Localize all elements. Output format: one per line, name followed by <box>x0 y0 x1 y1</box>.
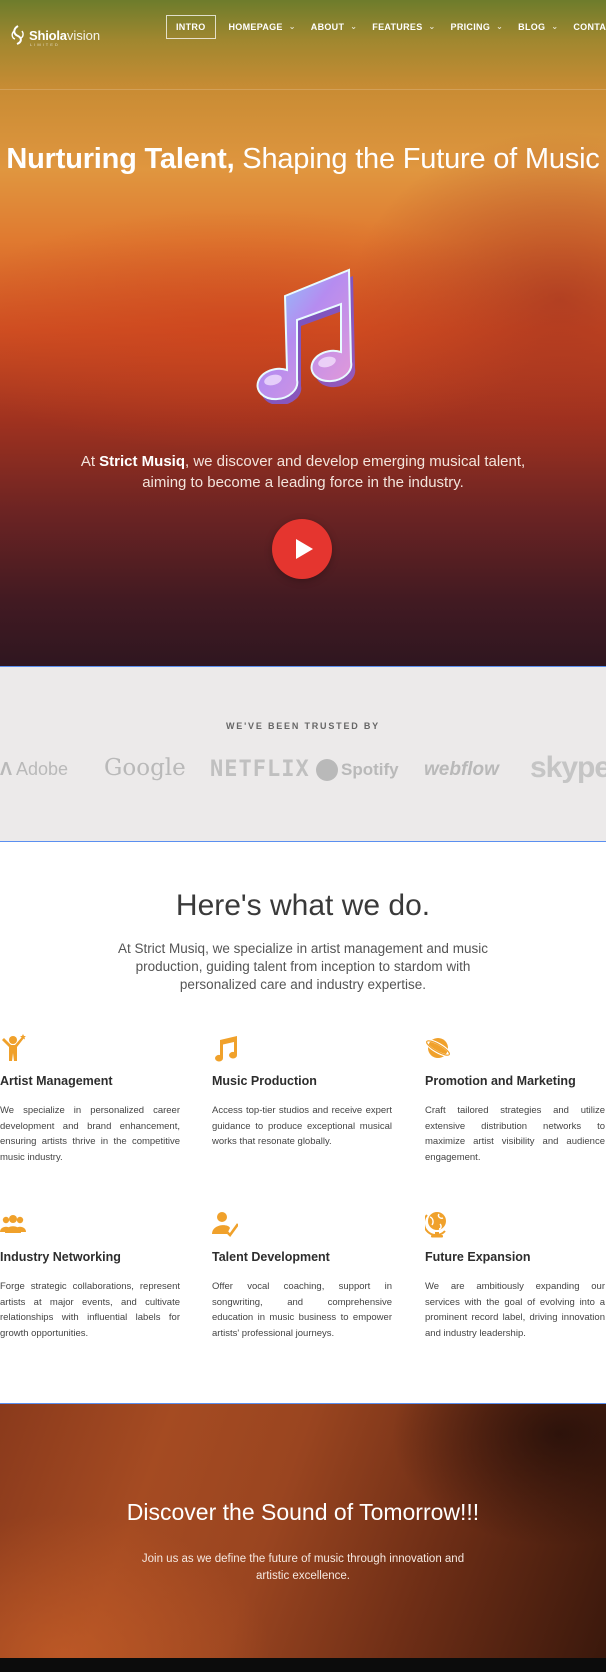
hero-desc-brand: Strict Musiq <box>99 453 185 470</box>
feature-title: Future Expansion <box>425 1250 531 1264</box>
nav-item-homepage[interactable]: HOMEPAGE ⌄ <box>228 21 296 33</box>
feature-future-expansion: Future Expansion We are ambitiously expa… <box>422 1210 605 1341</box>
brand-logo-skype: skype <box>530 751 606 784</box>
feature-description: Access top-tier studios and receive expe… <box>212 1105 392 1147</box>
brand-name: Adobe <box>16 759 69 779</box>
feature-title: Music Production <box>212 1074 317 1088</box>
logo-mark-icon <box>11 25 24 45</box>
brand-logo-adobe: Λ Adobe <box>0 759 68 780</box>
logo-name-bold: Shiola <box>29 27 67 43</box>
feature-industry-networking: Industry Networking Forge strategic coll… <box>0 1210 180 1341</box>
hero-desc-rest: , we discover and develop emerging music… <box>142 453 526 491</box>
globe-icon <box>422 1212 446 1238</box>
feature-music-production: Music Production Access top-tier studios… <box>212 1034 392 1150</box>
play-icon <box>296 539 313 559</box>
person-star-icon <box>2 1034 26 1061</box>
feature-artist-management: Artist Management We specialize in perso… <box>0 1034 180 1165</box>
hero-section: Shiola vision LIMITED INTRO HOMEPAGE ⌄ AB… <box>0 0 606 666</box>
nav-item-about[interactable]: ABOUT ⌄ <box>310 21 358 33</box>
cta-text: Join us as we define the future of music… <box>141 1553 465 1582</box>
trusted-title: WE'VE BEEN TRUSTED BY <box>226 721 380 731</box>
logo[interactable]: Shiola vision LIMITED <box>10 25 101 47</box>
cta-section: Discover the Sound of Tomorrow!!! Join u… <box>0 1404 606 1658</box>
services-section: Here's what we do. At Strict Musiq, we s… <box>0 842 606 1404</box>
chevron-down-icon: ⌄ <box>350 21 358 31</box>
hero-description: At Strict Musiq, we discover and develop… <box>70 451 536 493</box>
brand-logo-google: Google <box>104 755 186 781</box>
chevron-down-icon: ⌄ <box>496 21 504 31</box>
nav-item-label: FEATURES <box>372 22 423 32</box>
services-intro: At Strict Musiq, we specialize in artist… <box>118 941 488 992</box>
nav-item-contact[interactable]: CONTACT ⌄ <box>573 22 606 32</box>
brand-logo-spotify: Spotify <box>316 759 399 781</box>
nav-item-label: CONTACT <box>573 22 606 32</box>
feature-description: We specialize in personalized career dev… <box>0 1105 180 1163</box>
group-icon <box>0 1215 26 1233</box>
planet-icon <box>424 1038 452 1058</box>
top-navigation: Shiola vision LIMITED INTRO HOMEPAGE ⌄ AB… <box>0 0 606 90</box>
chevron-down-icon: ⌄ <box>551 21 559 31</box>
music-notes-icon <box>215 1036 238 1062</box>
feature-description: Forge strategic collaborations, represen… <box>0 1281 180 1339</box>
feature-promotion-marketing: Promotion and Marketing Craft tailored s… <box>424 1034 605 1165</box>
feature-description: Craft tailored strategies and utilize ex… <box>425 1105 605 1163</box>
nav-item-label: BLOG <box>518 22 546 32</box>
nav-item-label: PRICING <box>450 22 491 32</box>
adobe-icon: Λ <box>0 759 13 779</box>
nav-item-intro[interactable]: INTRO <box>166 15 216 39</box>
logo-name-light: vision <box>66 27 101 43</box>
hero-title-rest: Shaping the Future of Music <box>234 143 600 175</box>
play-video-button[interactable] <box>272 519 332 579</box>
feature-talent-development: Talent Development Offer vocal coaching,… <box>212 1210 392 1341</box>
hero-title: Nurturing Talent, Shaping the Future of … <box>0 143 606 175</box>
feature-description: Offer vocal coaching, support in songwri… <box>212 1281 392 1339</box>
trusted-by-section: WE'VE BEEN TRUSTED BY Λ Adobe Google NETF… <box>0 666 606 842</box>
hero-title-bold: Nurturing Talent, <box>6 143 235 175</box>
nav-item-features[interactable]: FEATURES ⌄ <box>372 21 436 33</box>
chevron-down-icon: ⌄ <box>288 21 296 31</box>
brand-name: Spotify <box>341 760 399 779</box>
nav-item-blog[interactable]: BLOG ⌄ <box>518 21 559 33</box>
cta-title: Discover the Sound of Tomorrow!!! <box>126 1499 480 1525</box>
music-note-icon <box>256 268 356 404</box>
footer-bar <box>0 1658 606 1672</box>
feature-title: Talent Development <box>212 1250 330 1264</box>
brand-logo-netflix: NETFLIX <box>210 757 310 782</box>
feature-title: Industry Networking <box>0 1250 121 1264</box>
brand-logo-webflow: webflow <box>424 759 499 780</box>
nav-item-label: ABOUT <box>310 22 345 32</box>
feature-title: Promotion and Marketing <box>425 1074 576 1088</box>
hero-desc-prefix: At <box>80 453 100 470</box>
nav-item-label: HOMEPAGE <box>228 22 283 32</box>
services-title: Here's what we do. <box>175 889 431 922</box>
nav-menu: INTRO HOMEPAGE ⌄ ABOUT ⌄ FEATURES ⌄ PRIC… <box>166 15 606 39</box>
user-check-icon <box>212 1212 240 1237</box>
spotify-icon <box>316 759 338 781</box>
logo-subtitle: LIMITED <box>30 42 60 47</box>
feature-description: We are ambitiously expanding our service… <box>425 1281 605 1339</box>
feature-title: Artist Management <box>0 1074 113 1088</box>
chevron-down-icon: ⌄ <box>428 21 436 31</box>
nav-item-label: INTRO <box>176 22 206 32</box>
nav-item-pricing[interactable]: PRICING ⌄ <box>450 21 504 33</box>
